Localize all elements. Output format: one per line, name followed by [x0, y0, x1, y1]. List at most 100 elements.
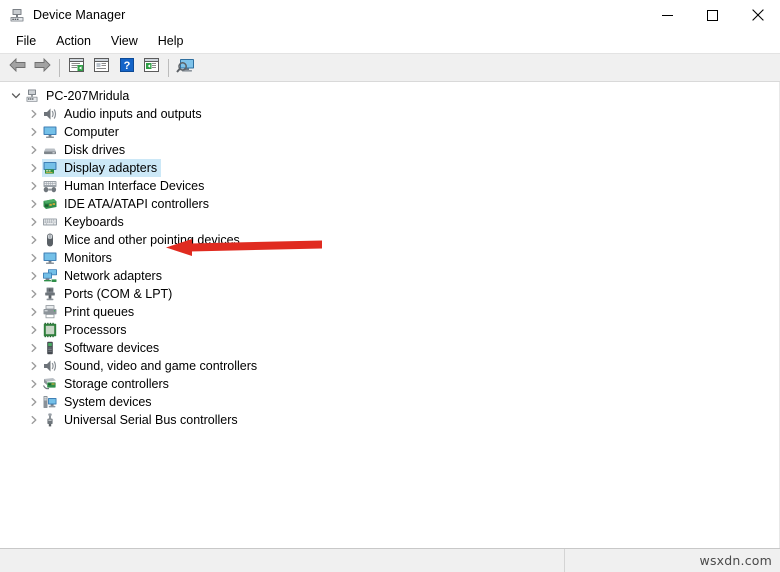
close-button[interactable] [735, 0, 780, 30]
chevron-right-icon[interactable] [26, 321, 42, 339]
menu-bar: File Action View Help [0, 30, 780, 54]
tree-item-label: Human Interface Devices [64, 179, 205, 193]
status-pane-primary [0, 549, 565, 572]
tree-item-label: Software devices [64, 341, 160, 355]
scan-hardware-changes-button[interactable] [173, 56, 198, 80]
printer-icon [42, 304, 58, 320]
chevron-right-icon[interactable] [26, 303, 42, 321]
window-controls [645, 0, 780, 30]
menu-action[interactable]: Action [46, 32, 101, 51]
monitor-icon [42, 250, 58, 266]
tree-item-processors[interactable]: Processors [0, 321, 779, 339]
display-adapter-icon [42, 160, 58, 176]
tree-item-label: Monitors [64, 251, 112, 265]
tree-item-label: Print queues [64, 305, 135, 319]
chevron-down-icon[interactable] [8, 87, 24, 105]
chevron-right-icon[interactable] [26, 393, 42, 411]
back-button[interactable] [5, 56, 30, 80]
tree-item-label: Audio inputs and outputs [64, 107, 202, 121]
maximize-button[interactable] [690, 0, 735, 30]
tree-item-human-interface-devices[interactable]: Human Interface Devices [0, 177, 779, 195]
chevron-right-icon[interactable] [26, 231, 42, 249]
chevron-right-icon[interactable] [26, 141, 42, 159]
tree-item-software-devices[interactable]: Software devices [0, 339, 779, 357]
update-driver-icon [143, 57, 160, 78]
properties-button[interactable] [89, 56, 114, 80]
tree-item-display-adapters[interactable]: Display adapters [0, 159, 779, 177]
system-device-icon [42, 394, 58, 410]
tree-item-label: Display adapters [61, 159, 162, 177]
chevron-right-icon[interactable] [26, 177, 42, 195]
tree-item-label: Keyboards [64, 215, 124, 229]
update-driver-button[interactable] [139, 56, 164, 80]
title-bar-left: Device Manager [0, 7, 125, 23]
computer-root-icon [24, 88, 40, 104]
tree-item-universal-serial-bus-controllers[interactable]: Universal Serial Bus controllers [0, 411, 779, 429]
network-adapter-icon [42, 268, 58, 284]
tree-root-item[interactable]: PC-207Mridula [0, 87, 779, 105]
help-question-icon: ? [119, 57, 135, 78]
chevron-right-icon[interactable] [26, 123, 42, 141]
show-hide-console-tree-button[interactable] [64, 56, 89, 80]
chevron-right-icon[interactable] [26, 159, 42, 177]
device-manager-window: Device Manager File Action View Help ? P… [0, 0, 780, 572]
chevron-right-icon[interactable] [26, 375, 42, 393]
status-pane-secondary: wsxdn.com [565, 549, 780, 572]
tree-item-label: System devices [64, 395, 152, 409]
tree-item-label: Universal Serial Bus controllers [64, 413, 238, 427]
tree-item-monitors[interactable]: Monitors [0, 249, 779, 267]
tree-item-sound-video-and-game-controllers[interactable]: Sound, video and game controllers [0, 357, 779, 375]
status-bar: wsxdn.com [0, 548, 780, 572]
chevron-right-icon[interactable] [26, 267, 42, 285]
mouse-icon [42, 232, 58, 248]
chevron-right-icon[interactable] [26, 249, 42, 267]
device-tree: PC-207Mridula Audio inputs and outputs C… [0, 82, 779, 429]
tree-item-storage-controllers[interactable]: Storage controllers [0, 375, 779, 393]
menu-file[interactable]: File [6, 32, 46, 51]
tree-item-ide-ata-atapi-controllers[interactable]: IDE ATA/ATAPI controllers [0, 195, 779, 213]
forward-button[interactable] [30, 56, 55, 80]
menu-help[interactable]: Help [148, 32, 194, 51]
tree-item-audio-inputs-and-outputs[interactable]: Audio inputs and outputs [0, 105, 779, 123]
disk-drive-icon [42, 142, 58, 158]
forward-arrow-icon [33, 57, 52, 78]
svg-text:?: ? [123, 60, 130, 72]
help-button[interactable]: ? [114, 56, 139, 80]
monitor-icon [42, 124, 58, 140]
tree-item-label: Sound, video and game controllers [64, 359, 258, 373]
window-title: Device Manager [33, 8, 126, 22]
processor-chip-icon [42, 322, 58, 338]
tree-item-ports-com-and-lpt[interactable]: Ports (COM & LPT) [0, 285, 779, 303]
tree-item-disk-drives[interactable]: Disk drives [0, 141, 779, 159]
chevron-right-icon[interactable] [26, 105, 42, 123]
minimize-button[interactable] [645, 0, 690, 30]
tree-item-network-adapters[interactable]: Network adapters [0, 267, 779, 285]
tree-item-label: Computer [64, 125, 119, 139]
menu-view[interactable]: View [101, 32, 148, 51]
chevron-right-icon[interactable] [26, 411, 42, 429]
chevron-right-icon[interactable] [26, 195, 42, 213]
tree-item-label: Storage controllers [64, 377, 169, 391]
ide-controller-icon [42, 196, 58, 212]
scan-hardware-icon [175, 57, 196, 79]
chevron-right-icon[interactable] [26, 213, 42, 231]
chevron-right-icon[interactable] [26, 285, 42, 303]
speaker-icon [42, 358, 58, 374]
tree-item-print-queues[interactable]: Print queues [0, 303, 779, 321]
tree-item-label: Network adapters [64, 269, 162, 283]
site-watermark: wsxdn.com [699, 553, 772, 568]
hid-icon [42, 178, 58, 194]
tree-item-computer[interactable]: Computer [0, 123, 779, 141]
port-connector-icon [42, 286, 58, 302]
chevron-right-icon[interactable] [26, 339, 42, 357]
device-manager-icon [9, 7, 25, 23]
tree-item-label: Ports (COM & LPT) [64, 287, 173, 301]
toolbar-separator-1 [59, 58, 60, 77]
chevron-right-icon[interactable] [26, 357, 42, 375]
tree-item-system-devices[interactable]: System devices [0, 393, 779, 411]
tree-item-keyboards[interactable]: Keyboards [0, 213, 779, 231]
speaker-icon [42, 106, 58, 122]
software-device-icon [42, 340, 58, 356]
tree-item-mice-and-other-pointing-devices[interactable]: Mice and other pointing devices [0, 231, 779, 249]
device-tree-panel[interactable]: PC-207Mridula Audio inputs and outputs C… [0, 82, 780, 548]
